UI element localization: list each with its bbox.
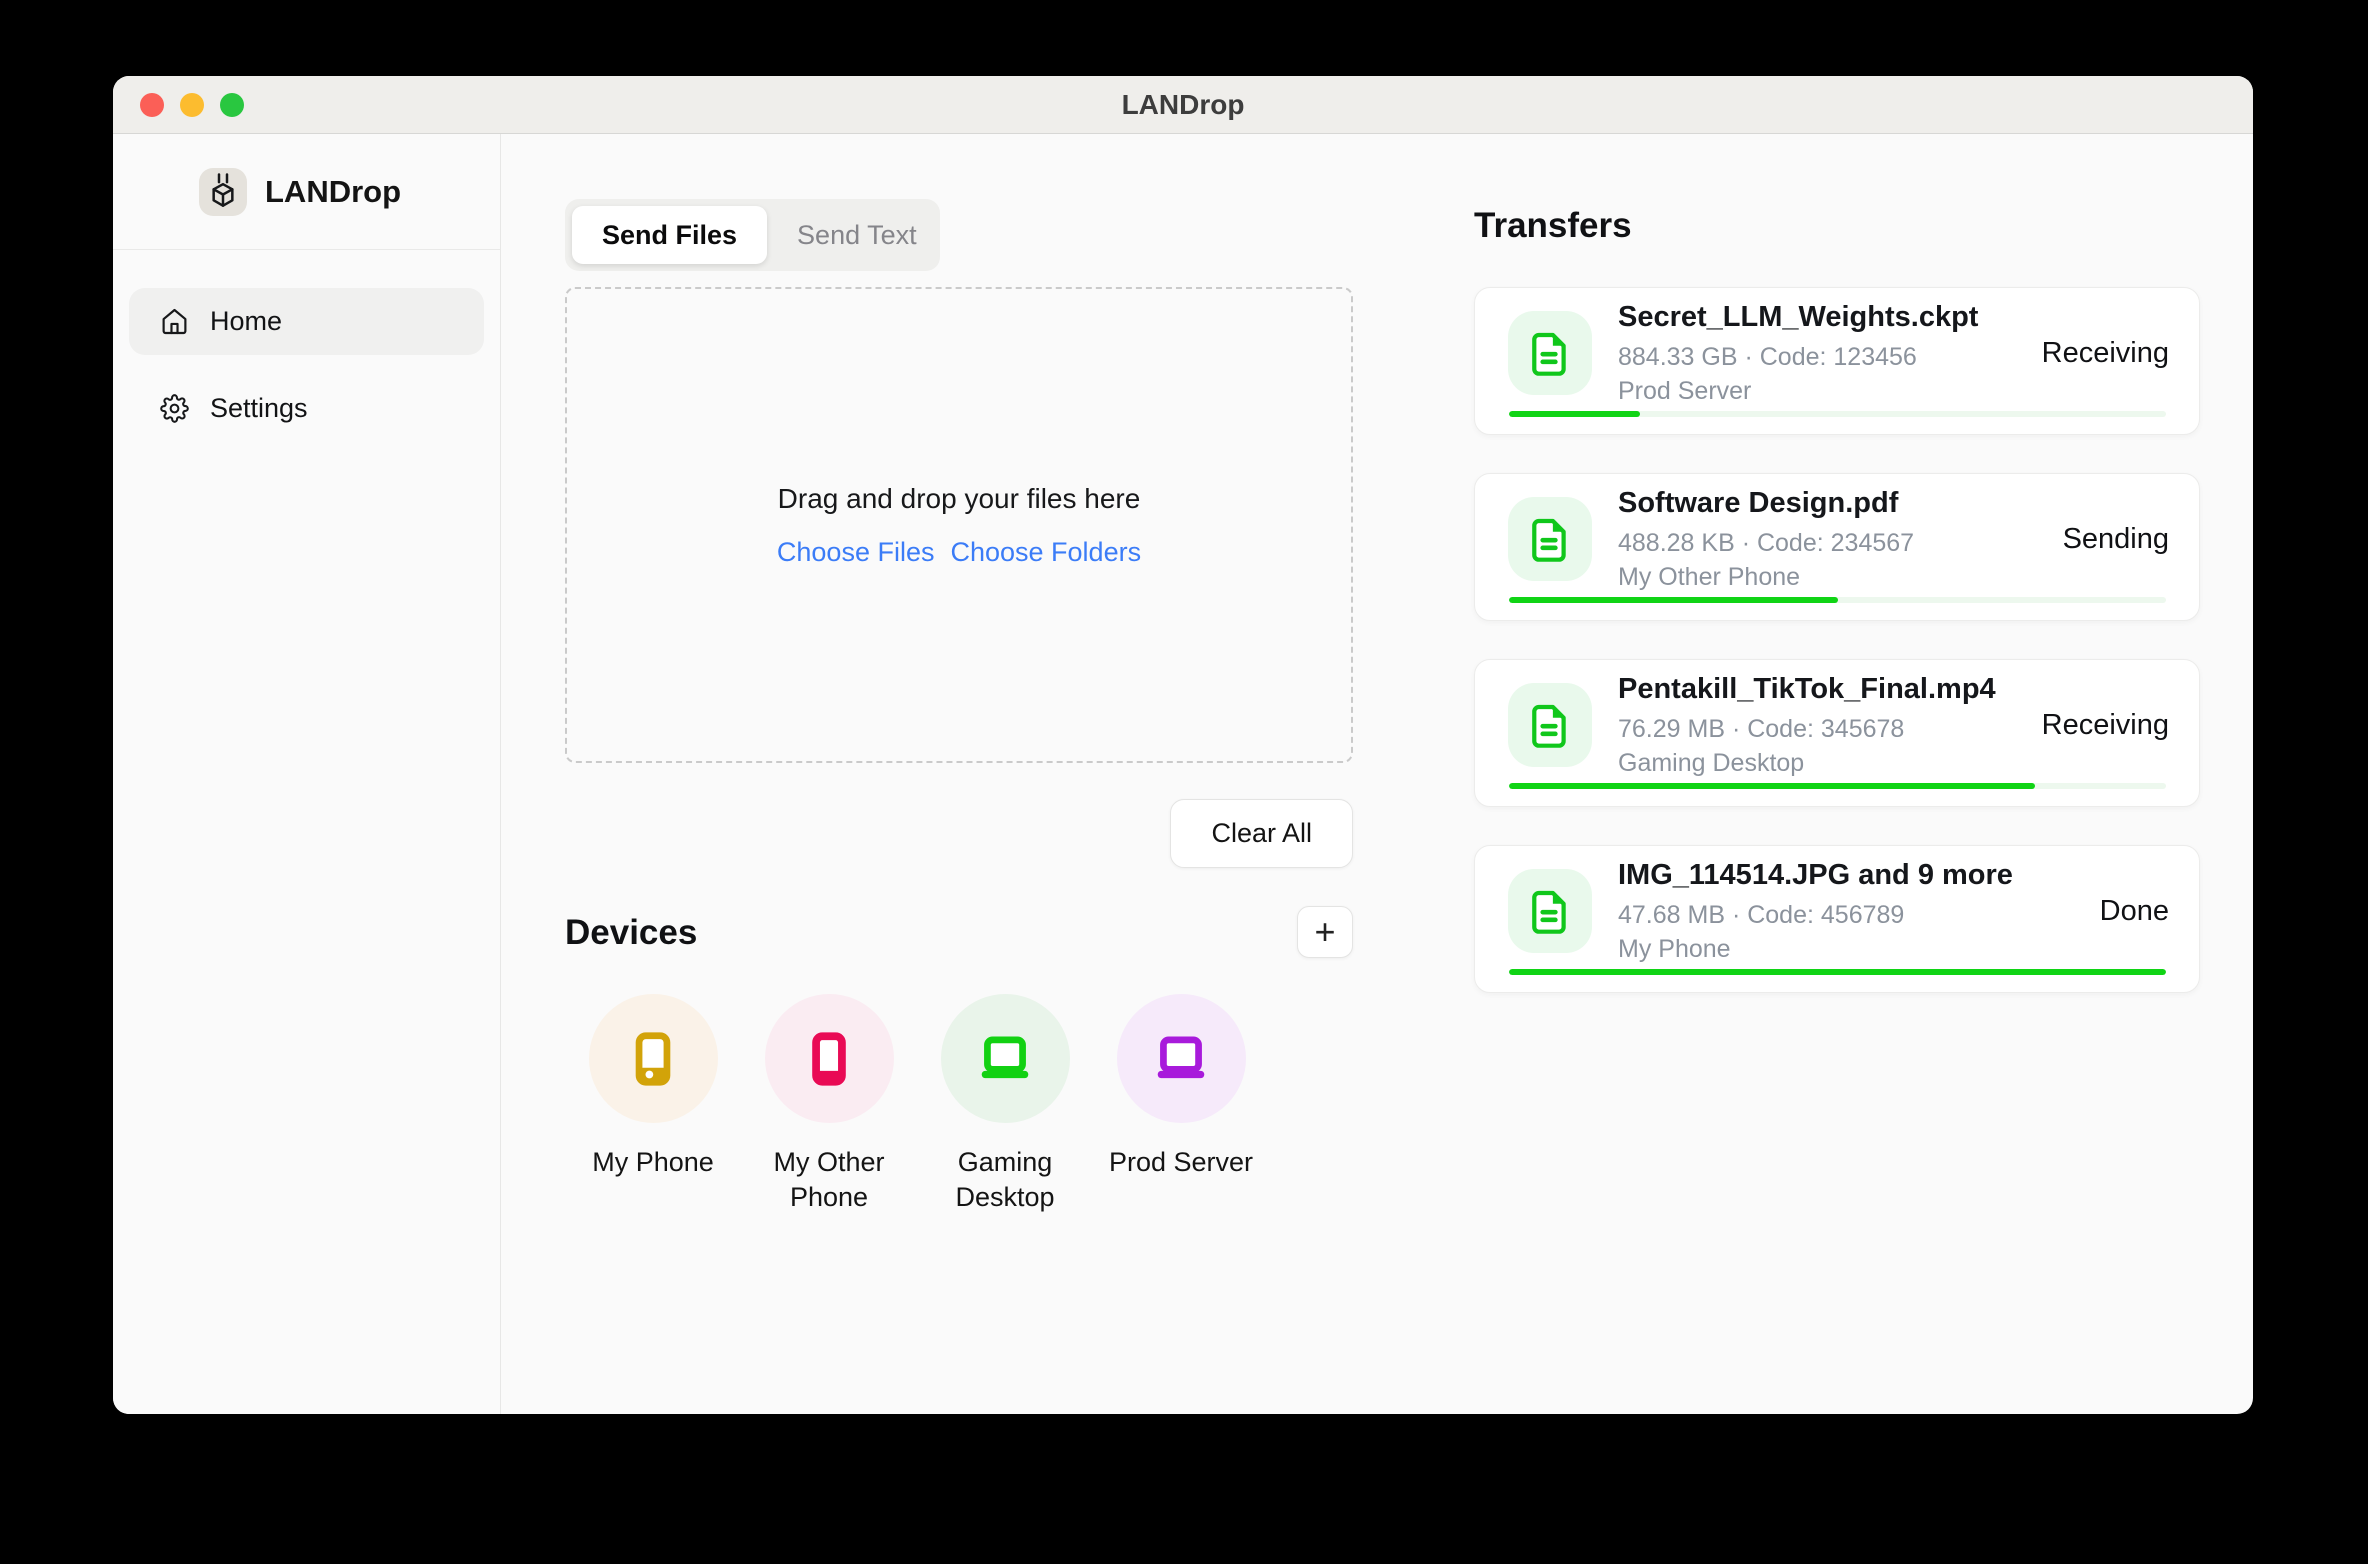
file-icon xyxy=(1508,497,1592,581)
transfer-peer: Gaming Desktop xyxy=(1618,749,1996,778)
window-title: LANDrop xyxy=(113,89,2253,121)
minimize-window-button[interactable] xyxy=(180,93,204,117)
transfer-progress-track xyxy=(1509,969,2166,975)
device-circle xyxy=(765,994,894,1123)
content: LANDrop Home Settings xyxy=(113,134,2253,1414)
devices-list: My Phone My Other Phone Gaming Desktop xyxy=(565,994,1417,1215)
transfer-filename: Secret_LLM_Weights.ckpt xyxy=(1618,301,1978,334)
sidebar-item-home[interactable]: Home xyxy=(129,288,484,355)
transfer-status: Done xyxy=(2080,895,2169,928)
landrop-logo-icon xyxy=(199,168,247,216)
phone-icon xyxy=(798,1028,860,1090)
transfer-card[interactable]: Pentakill_TikTok_Final.mp4 76.29 MB · Co… xyxy=(1474,659,2200,807)
app-window: LANDrop LANDrop xyxy=(113,76,2253,1414)
file-icon xyxy=(1508,869,1592,953)
transfers-list: Secret_LLM_Weights.ckpt 884.33 GB · Code… xyxy=(1474,287,2200,993)
device-circle xyxy=(589,994,718,1123)
device-name: My Phone xyxy=(592,1145,714,1180)
transfer-progress-fill xyxy=(1509,969,2166,975)
transfer-filename: Pentakill_TikTok_Final.mp4 xyxy=(1618,673,1996,706)
zoom-window-button[interactable] xyxy=(220,93,244,117)
transfer-card-row: Secret_LLM_Weights.ckpt 884.33 GB · Code… xyxy=(1508,301,2169,406)
transfers-panel: Transfers Secret_LLM_Weights.ckpt 884.33… xyxy=(1417,134,2253,1414)
transfer-progress-fill xyxy=(1509,597,1838,603)
sidebar-item-label: Settings xyxy=(210,393,308,424)
transfer-progress-track xyxy=(1509,597,2166,603)
transfer-meta: 76.29 MB · Code: 345678 xyxy=(1618,715,1996,744)
transfer-progress-fill xyxy=(1509,411,1640,417)
device-item[interactable]: Prod Server xyxy=(1093,994,1269,1215)
dropzone-message: Drag and drop your files here xyxy=(778,483,1141,515)
transfer-meta: 488.28 KB · Code: 234567 xyxy=(1618,529,1914,558)
transfer-peer: My Phone xyxy=(1618,935,2013,964)
device-circle xyxy=(941,994,1070,1123)
file-icon xyxy=(1508,683,1592,767)
transfer-card[interactable]: IMG_114514.JPG and 9 more 47.68 MB · Cod… xyxy=(1474,845,2200,993)
sidebar-item-label: Home xyxy=(210,306,282,337)
choose-folders-link[interactable]: Choose Folders xyxy=(950,537,1141,568)
app-name: LANDrop xyxy=(265,174,401,210)
transfer-status: Receiving xyxy=(2022,337,2169,370)
tab-send-text[interactable]: Send Text xyxy=(767,206,947,264)
main-panel: Send Files Send Text Drag and drop your … xyxy=(501,134,1417,1414)
transfer-card-row: IMG_114514.JPG and 9 more 47.68 MB · Cod… xyxy=(1508,859,2169,964)
device-item[interactable]: My Phone xyxy=(565,994,741,1215)
clear-all-button[interactable]: Clear All xyxy=(1170,799,1353,868)
transfer-text: IMG_114514.JPG and 9 more 47.68 MB · Cod… xyxy=(1618,859,2013,964)
choose-files-link[interactable]: Choose Files xyxy=(777,537,935,568)
add-device-button[interactable]: + xyxy=(1297,906,1353,958)
transfer-card-row: Software Design.pdf 488.28 KB · Code: 23… xyxy=(1508,487,2169,592)
gear-icon xyxy=(160,394,189,423)
transfer-card[interactable]: Software Design.pdf 488.28 KB · Code: 23… xyxy=(1474,473,2200,621)
transfer-text: Secret_LLM_Weights.ckpt 884.33 GB · Code… xyxy=(1618,301,1978,406)
tab-send-files[interactable]: Send Files xyxy=(572,206,767,264)
traffic-lights xyxy=(140,93,244,117)
transfer-meta: 884.33 GB · Code: 123456 xyxy=(1618,343,1978,372)
device-circle xyxy=(1117,994,1246,1123)
transfer-card-row: Pentakill_TikTok_Final.mp4 76.29 MB · Co… xyxy=(1508,673,2169,778)
send-mode-tabs: Send Files Send Text xyxy=(565,199,940,271)
home-icon xyxy=(160,307,189,336)
transfer-card[interactable]: Secret_LLM_Weights.ckpt 884.33 GB · Code… xyxy=(1474,287,2200,435)
devices-header: Devices + xyxy=(565,906,1353,958)
transfer-peer: My Other Phone xyxy=(1618,563,1914,592)
transfer-text: Software Design.pdf 488.28 KB · Code: 23… xyxy=(1618,487,1914,592)
file-icon xyxy=(1508,311,1592,395)
device-item[interactable]: My Other Phone xyxy=(741,994,917,1215)
device-name: Gaming Desktop xyxy=(925,1145,1085,1215)
device-name: Prod Server xyxy=(1109,1145,1253,1180)
device-item[interactable]: Gaming Desktop xyxy=(917,994,1093,1215)
devices-heading: Devices xyxy=(565,908,697,958)
device-name: My Other Phone xyxy=(749,1145,909,1215)
transfers-heading: Transfers xyxy=(1474,205,2200,247)
transfer-filename: IMG_114514.JPG and 9 more xyxy=(1618,859,2013,892)
laptop-icon xyxy=(1150,1028,1212,1090)
transfer-status: Sending xyxy=(2043,523,2169,556)
transfer-peer: Prod Server xyxy=(1618,377,1978,406)
phone-icon xyxy=(622,1028,684,1090)
sidebar-nav: Home Settings xyxy=(113,250,500,442)
dropzone-links: Choose Files Choose Folders xyxy=(777,537,1141,568)
transfer-meta: 47.68 MB · Code: 456789 xyxy=(1618,901,2013,930)
logo-row: LANDrop xyxy=(199,168,500,216)
file-dropzone[interactable]: Drag and drop your files here Choose Fil… xyxy=(565,287,1353,763)
close-window-button[interactable] xyxy=(140,93,164,117)
titlebar: LANDrop xyxy=(113,76,2253,134)
transfer-status: Receiving xyxy=(2022,709,2169,742)
transfer-progress-track xyxy=(1509,411,2166,417)
sidebar: LANDrop Home Settings xyxy=(113,134,501,1414)
transfer-text: Pentakill_TikTok_Final.mp4 76.29 MB · Co… xyxy=(1618,673,1996,778)
transfer-progress-fill xyxy=(1509,783,2035,789)
plus-icon: + xyxy=(1314,911,1335,953)
transfer-progress-track xyxy=(1509,783,2166,789)
transfer-filename: Software Design.pdf xyxy=(1618,487,1914,520)
laptop-icon xyxy=(974,1028,1036,1090)
clear-row: Clear All xyxy=(565,799,1353,868)
sidebar-item-settings[interactable]: Settings xyxy=(129,375,484,442)
